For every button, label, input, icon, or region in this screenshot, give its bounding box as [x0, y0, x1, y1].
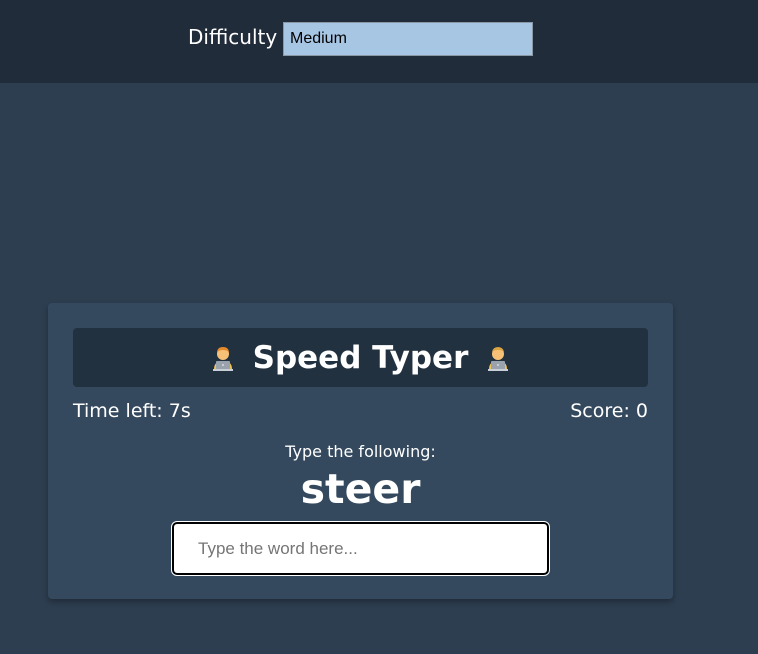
technologist-icon [488, 346, 509, 371]
difficulty-label: Difficulty [188, 25, 278, 49]
score: Score: 0 [570, 400, 648, 422]
title-bar: Speed Typer [73, 328, 648, 387]
instruction-text: Type the following: [285, 442, 436, 461]
difficulty-select[interactable]: Medium [283, 22, 533, 56]
game-title: Speed Typer [252, 339, 469, 376]
target-word: steer [300, 465, 421, 513]
game-card: Speed Typer Time left: 7s Score: 0 Type … [48, 303, 673, 599]
time-left: Time left: 7s [73, 400, 191, 422]
technologist-icon [212, 346, 233, 371]
word-input[interactable] [171, 521, 550, 576]
top-bar: Difficulty Medium [0, 0, 758, 83]
